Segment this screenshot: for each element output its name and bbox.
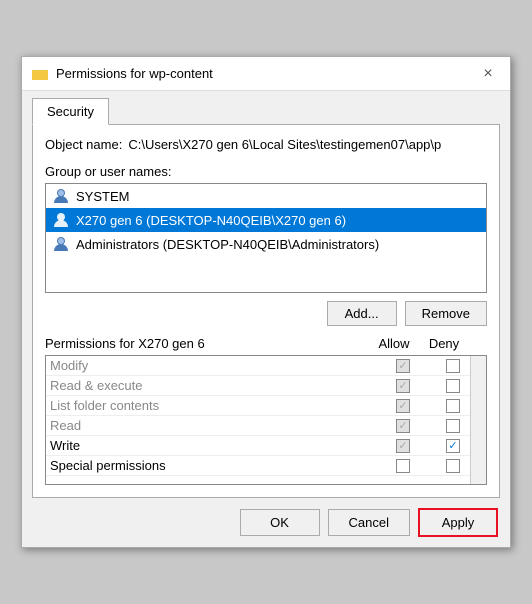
users-list[interactable]: SYSTEM X270 gen 6 (DESKTOP-N40QEIB\X270 … [45,183,487,293]
user-item-admins[interactable]: Administrators (DESKTOP-N40QEIB\Administ… [46,232,486,256]
dialog-footer: OK Cancel Apply [22,498,510,547]
user-item-x270[interactable]: X270 gen 6 (DESKTOP-N40QEIB\X270 gen 6) [46,208,486,232]
remove-button[interactable]: Remove [405,301,487,326]
object-name-value: C:\Users\X270 gen 6\Local Sites\testinge… [128,137,441,152]
perm-row-special: Special permissions [46,456,486,476]
perm-name-special: Special permissions [50,458,378,473]
dialog-content: Object name: C:\Users\X270 gen 6\Local S… [32,124,500,498]
system-icon [52,187,70,205]
permissions-section: Permissions for X270 gen 6 Allow Deny Mo… [45,336,487,485]
user-icon-admins [52,235,70,253]
perm-allow-read-execute[interactable] [378,379,428,393]
perm-allow-list-folder[interactable] [378,399,428,413]
deny-check-read[interactable] [446,419,460,433]
perm-row-read: Read [46,416,486,436]
permissions-header: Permissions for X270 gen 6 Allow Deny [45,336,487,351]
deny-check-read-execute[interactable] [446,379,460,393]
allow-check-write[interactable] [396,439,410,453]
object-name-row: Object name: C:\Users\X270 gen 6\Local S… [45,137,487,152]
user-name-admins: Administrators (DESKTOP-N40QEIB\Administ… [76,237,379,252]
perm-allow-write[interactable] [378,439,428,453]
perm-row-list-folder: List folder contents [46,396,486,416]
perm-checks-list-folder [378,399,478,413]
dialog-title: Permissions for wp-content [56,66,476,81]
cancel-button[interactable]: Cancel [328,509,410,536]
perm-name-write: Write [50,438,378,453]
tab-security[interactable]: Security [32,98,109,125]
add-button[interactable]: Add... [327,301,397,326]
apply-button[interactable]: Apply [418,508,498,537]
perm-name-modify: Modify [50,358,378,373]
perm-row-modify: Modify [46,356,486,376]
permissions-dialog: Permissions for wp-content × Security Ob… [21,56,511,548]
deny-check-list-folder[interactable] [446,399,460,413]
perm-checks-modify [378,359,478,373]
deny-check-special[interactable] [446,459,460,473]
perm-col-headers: Allow Deny [369,336,469,351]
perm-allow-special[interactable] [378,459,428,473]
perm-checks-read-execute [378,379,478,393]
perm-checks-write [378,439,478,453]
ok-button[interactable]: OK [240,509,320,536]
object-name-label: Object name: [45,137,122,152]
perm-name-list-folder: List folder contents [50,398,378,413]
deny-header: Deny [419,336,469,351]
perm-row-write: Write [46,436,486,456]
add-remove-buttons: Add... Remove [45,301,487,326]
user-name-system: SYSTEM [76,189,129,204]
tab-bar: Security [22,91,510,124]
perm-allow-modify[interactable] [378,359,428,373]
perm-allow-read[interactable] [378,419,428,433]
allow-check-modify[interactable] [396,359,410,373]
allow-check-read[interactable] [396,419,410,433]
permissions-title: Permissions for X270 gen 6 [45,336,369,351]
deny-check-modify[interactable] [446,359,460,373]
group-users-label: Group or user names: [45,164,487,179]
deny-check-write[interactable] [446,439,460,453]
user-name-x270: X270 gen 6 (DESKTOP-N40QEIB\X270 gen 6) [76,213,346,228]
user-item-system[interactable]: SYSTEM [46,184,486,208]
perm-checks-special [378,459,478,473]
folder-icon [32,66,48,82]
allow-check-special[interactable] [396,459,410,473]
perm-name-read: Read [50,418,378,433]
scrollbar[interactable] [470,356,486,484]
permissions-table: Modify Read & execute [45,355,487,485]
allow-header: Allow [369,336,419,351]
title-bar: Permissions for wp-content × [22,57,510,91]
close-button[interactable]: × [476,62,500,86]
allow-check-list-folder[interactable] [396,399,410,413]
perm-checks-read [378,419,478,433]
perm-row-read-execute: Read & execute [46,376,486,396]
user-icon-x270 [52,211,70,229]
allow-check-read-execute[interactable] [396,379,410,393]
perm-name-read-execute: Read & execute [50,378,378,393]
